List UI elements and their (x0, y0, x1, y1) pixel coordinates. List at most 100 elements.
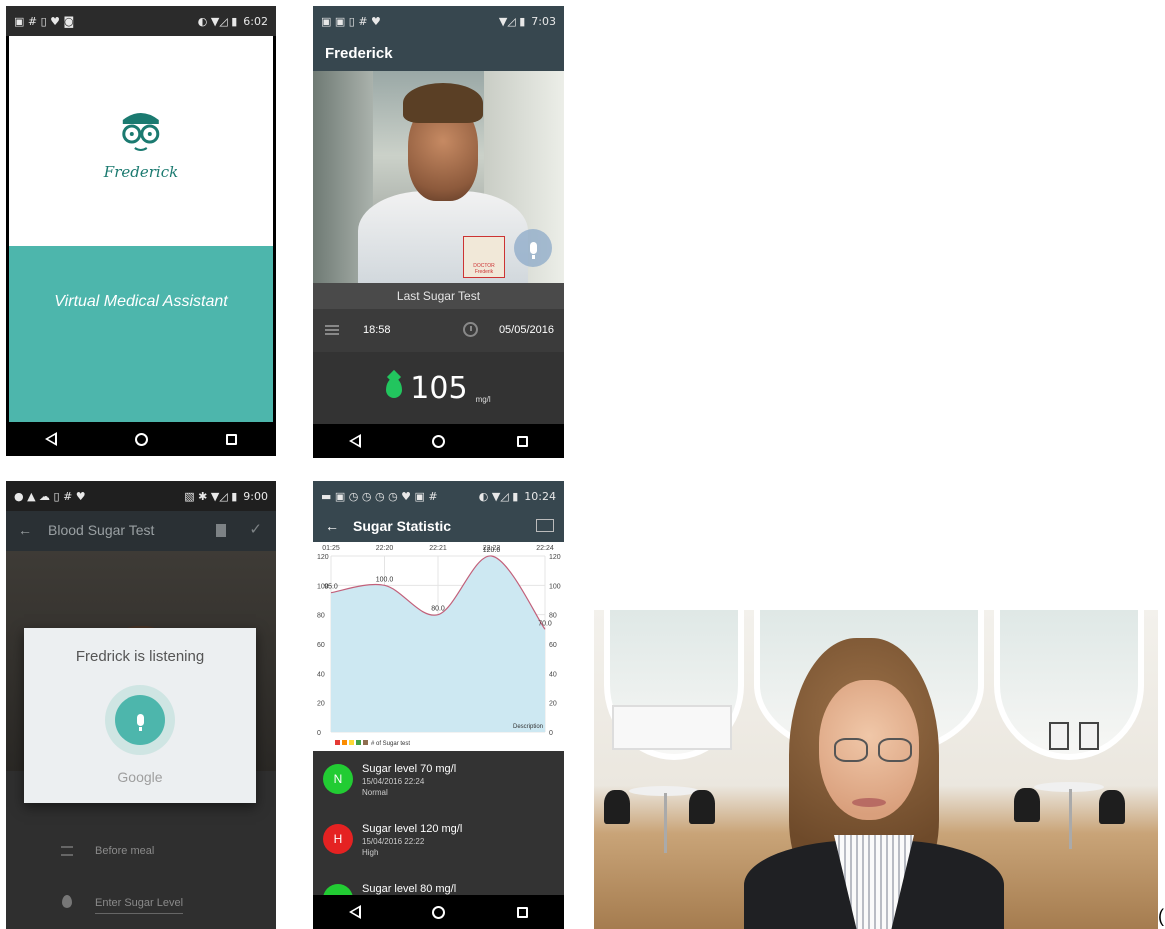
home-screen: ▣ ▣ ▯ # ♥ ▼◿ ▮ 7:03 Frederick DOCTOR Frede… (313, 6, 564, 458)
y-tick-label: 60 (317, 642, 325, 649)
tagline: Virtual Medical Assistant (54, 293, 228, 310)
sugar-statistic-screen: ▬ ▣ ◷ ◷ ◷ ◷ ♥ ▣ # ◐ ▼◿ ▮ 10:24 ← Sugar St… (313, 481, 564, 929)
test-date: 05/05/2016 (498, 324, 554, 336)
item-status: High (362, 848, 379, 857)
status-time: 10:24 (524, 489, 556, 503)
home-icon[interactable] (432, 905, 446, 919)
test-time: 18:58 (363, 324, 391, 336)
app-title: Sugar Statistic (353, 518, 452, 534)
y-tick-label-right: 60 (549, 642, 557, 649)
y-tick-label-right: 0 (549, 730, 553, 737)
data-label: 100.0 (376, 576, 394, 583)
test-list: N Sugar level 70 mg/l 15/04/2016 22:24 Norm… (313, 751, 564, 895)
notification-icon: ● ▲ ☁ ▯ # ♥ (14, 489, 86, 503)
legend-swatch (335, 740, 340, 745)
trash-icon[interactable] (216, 524, 226, 537)
nav-bar (6, 422, 276, 456)
blood-sugar-test-screen: ● ▲ ☁ ▯ # ♥ ▧ ✱ ▼◿ ▮ 9:00 ← Blood Sugar T… (6, 481, 276, 929)
meal-label: Before meal (95, 845, 155, 857)
status-bar: ▣ # ▯ ♥ ◙ ◐ ▼◿ ▮ 6:02 (6, 6, 276, 36)
chart-svg: 0 020 2040 4060 6080 80100 100120 12001:25 22:20… (317, 545, 561, 747)
mic-icon (136, 714, 144, 731)
y-tick-label: 0 (317, 730, 321, 737)
splash-screen: ▣ # ▯ ♥ ◙ ◐ ▼◿ ▮ 6:02 Frederick Virtual M… (6, 6, 276, 456)
app-bar: ← Blood Sugar Test ✓ (6, 511, 276, 551)
meal-field[interactable]: Before meal (6, 827, 276, 877)
item-date: 15/04/2016 22:22 (362, 837, 425, 846)
clock-icon (463, 322, 478, 337)
x-tick-label: 01:25 (322, 545, 340, 552)
mic-icon (529, 242, 537, 259)
female-assistant-photo (594, 610, 1158, 929)
blood-drop-icon (62, 895, 72, 908)
app-logo: Frederick (104, 106, 178, 181)
voice-dialog: Fredrick is listening Google (24, 628, 256, 803)
description-label: Description (513, 724, 543, 730)
menu-icon (325, 325, 339, 335)
mic-button[interactable] (514, 229, 552, 267)
voice-mic-button[interactable] (105, 685, 175, 755)
recent-apps-icon[interactable] (226, 433, 237, 445)
legend-label: # of Sugar test (371, 741, 410, 747)
list-item[interactable]: Sugar level 80 mg/l (313, 871, 564, 895)
signal-icon: ◐ ▼◿ ▮ (197, 14, 238, 28)
list-item[interactable]: N Sugar level 70 mg/l 15/04/2016 22:24 Norm… (313, 751, 564, 811)
item-title: Sugar level 70 mg/l (362, 763, 457, 775)
y-tick-label: 120 (317, 554, 329, 561)
data-label: 80.0 (431, 606, 445, 613)
back-icon[interactable] (348, 905, 361, 919)
notification-icon: ▣ # ▯ ♥ ◙ (14, 14, 75, 28)
item-date: 15/04/2016 22:24 (362, 777, 425, 786)
y-tick-label: 20 (317, 701, 325, 708)
blood-drop-icon (386, 378, 403, 398)
item-title: Sugar level 120 mg/l (362, 823, 463, 835)
status-time: 6:02 (243, 14, 268, 28)
recent-apps-icon[interactable] (517, 906, 529, 918)
back-arrow-icon[interactable]: ← (325, 518, 339, 535)
signal-icon: ◐ ▼◿ ▮ (478, 489, 519, 503)
sugar-level-input[interactable]: Enter Sugar Level (95, 897, 183, 909)
data-label: 95.0 (324, 584, 338, 591)
nav-bar (313, 424, 564, 458)
notification-icon: ▣ ▣ ▯ # ♥ (321, 14, 381, 28)
y-tick-label: 40 (317, 671, 325, 678)
app-bar: ← Sugar Statistic (313, 511, 564, 542)
data-label: 120.0 (483, 547, 501, 554)
y-tick-label-right: 20 (549, 701, 557, 708)
doctor-glasses-icon (122, 113, 160, 151)
brand-name: Frederick (103, 163, 179, 181)
notification-icon: ▬ ▣ ◷ ◷ ◷ ◷ ♥ ▣ # (321, 489, 438, 503)
back-icon[interactable] (348, 434, 361, 448)
status-avatar: N (323, 764, 353, 794)
status-avatar (323, 884, 353, 895)
status-bar: ▣ ▣ ▯ # ♥ ▼◿ ▮ 7:03 (313, 6, 564, 36)
data-label: 70.0 (538, 620, 552, 627)
back-arrow-icon[interactable]: ← (18, 522, 32, 540)
list-item[interactable]: H Sugar level 120 mg/l 15/04/2016 22:22 Hig… (313, 811, 564, 871)
app-bar: Frederick (313, 36, 564, 71)
tagline-area: Virtual Medical Assistant (9, 246, 273, 422)
nav-bar (313, 895, 564, 929)
sugar-level-field[interactable]: Enter Sugar Level (6, 879, 276, 929)
home-icon[interactable] (432, 434, 446, 448)
status-avatar: H (323, 824, 353, 854)
home-icon[interactable] (135, 432, 148, 446)
back-icon[interactable] (45, 432, 57, 446)
y-tick-label-right: 80 (549, 613, 557, 620)
sugar-reading: 105 mg/l (313, 352, 564, 424)
sugar-unit: mg/l (475, 395, 491, 404)
y-tick-label-right: 40 (549, 671, 557, 678)
mail-icon[interactable] (536, 519, 554, 532)
recent-apps-icon[interactable] (517, 435, 529, 447)
voice-provider: Google (117, 769, 163, 785)
legend-swatch (356, 740, 361, 745)
splash-logo-area: Frederick (9, 36, 273, 246)
dialog-title: Fredrick is listening (75, 648, 205, 665)
status-bar: ● ▲ ☁ ▯ # ♥ ▧ ✱ ▼◿ ▮ 9:00 (6, 481, 276, 511)
y-tick-label: 80 (317, 613, 325, 620)
check-icon[interactable]: ✓ (249, 520, 262, 538)
x-tick-label: 22:21 (429, 545, 447, 552)
caption-fragment: ( (1158, 906, 1164, 926)
status-bar: ▬ ▣ ◷ ◷ ◷ ◷ ♥ ▣ # ◐ ▼◿ ▮ 10:24 (313, 481, 564, 511)
legend-swatch (363, 740, 368, 745)
